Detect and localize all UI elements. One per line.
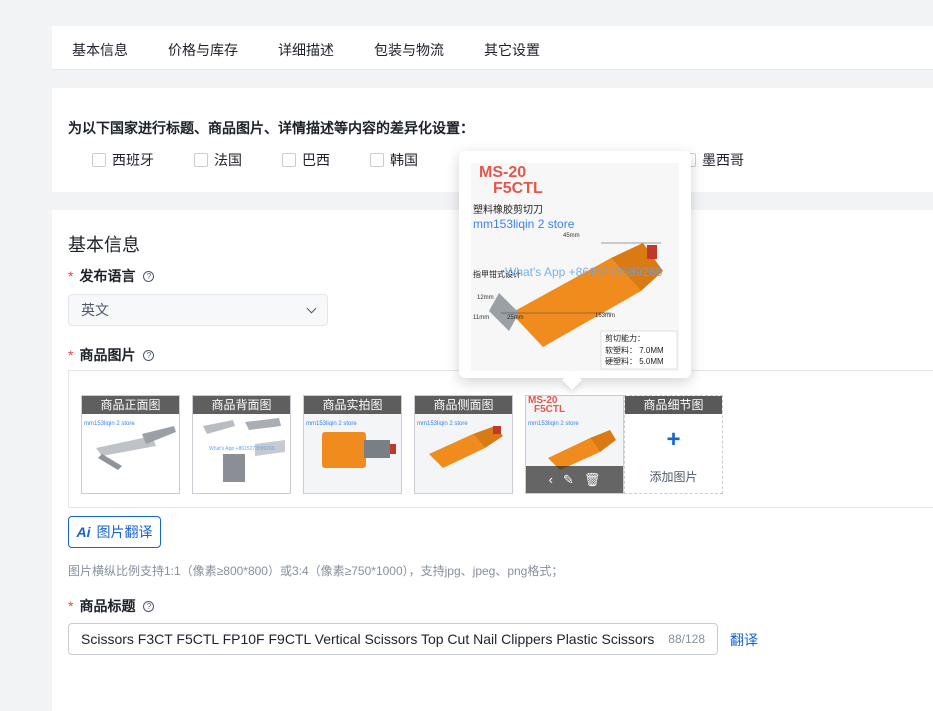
image-slot-front[interactable]: 商品正面图 mm153liqin 2 store xyxy=(81,395,180,494)
plus-icon: + xyxy=(666,426,681,453)
language-value: 英文 xyxy=(81,302,109,318)
language-select[interactable]: 英文 xyxy=(68,294,328,326)
title-translate-link[interactable]: 翻译 xyxy=(730,630,758,650)
country-label: 法国 xyxy=(214,152,242,168)
country-label: 墨西哥 xyxy=(702,152,744,168)
checkbox-box[interactable] xyxy=(92,153,106,167)
tab-bar: 基本信息 价格与库存 详细描述 包装与物流 其它设置 xyxy=(52,26,933,70)
dim-label-11: 11mm xyxy=(473,315,490,321)
image-slot-real[interactable]: 商品实拍图 mm153liqin 2 store xyxy=(303,395,402,494)
country-label: 韩国 xyxy=(390,152,418,168)
preview-title-line1: MS-20 xyxy=(479,164,527,181)
help-icon[interactable]: ? xyxy=(143,270,155,282)
country-settings-title: 为以下国家进行标题、商品图片、详情描述等内容的差异化设置： xyxy=(68,120,474,136)
image-hint-text: 图片横纵比例支持1:1（像素≥800*800）或3:4（像素≥750*1000）… xyxy=(68,564,564,578)
capacity-hard: 硬塑料： 5.0MM xyxy=(605,357,664,366)
watermark-text: mm153liqin 2 store xyxy=(306,421,357,427)
delete-icon[interactable]: 🗑 xyxy=(584,472,601,488)
slot-caption: 商品侧面图 xyxy=(415,396,512,414)
dim-label-12: 12mm xyxy=(477,295,494,301)
slot-caption: 商品背面图 xyxy=(193,396,290,414)
image-slot-side[interactable]: 商品侧面图 mm153liqin 2 store xyxy=(414,395,513,494)
preview-image: MS-20 F5CTL 塑料橡胶剪切刀 mm153liqin 2 store 4… xyxy=(471,163,679,371)
tab-description[interactable]: 详细描述 xyxy=(278,40,334,60)
help-icon[interactable]: ? xyxy=(143,600,155,612)
checkbox-box[interactable] xyxy=(194,153,208,167)
country-checkbox-spain[interactable]: 西班牙 xyxy=(92,150,154,170)
image-preview-popover: MS-20 F5CTL 塑料橡胶剪切刀 mm153liqin 2 store 4… xyxy=(459,151,691,390)
image-upload-area: 商品正面图 mm153liqin 2 store 商品背面图 What's Ap… xyxy=(68,370,933,508)
preview-watermark-whatsapp: What's App +8615273589266 xyxy=(505,265,663,279)
watermark-text: What's App +8615273589266 xyxy=(209,446,275,452)
chevron-left-icon[interactable]: ‹ xyxy=(549,472,553,487)
edit-icon[interactable]: ✎ xyxy=(563,472,574,488)
images-label: * 商品图片 ? xyxy=(68,345,155,365)
required-mark: * xyxy=(68,347,74,363)
country-checkbox-mexico[interactable]: 墨西哥 xyxy=(682,150,744,170)
watermark-text: mm153liqin 2 store xyxy=(417,421,468,427)
country-checkbox-korea[interactable]: 韩国 xyxy=(370,150,418,170)
add-image-label: 添加图片 xyxy=(649,470,698,484)
dim-label-163: 163mm xyxy=(595,313,616,319)
language-label: * 发布语言 ? xyxy=(68,266,155,286)
slot-caption: 商品细节图 xyxy=(625,396,722,414)
image-action-bar: ‹ ✎ 🗑 xyxy=(526,466,623,493)
country-label: 西班牙 xyxy=(112,152,154,168)
tab-basic-info[interactable]: 基本信息 xyxy=(72,40,128,60)
dim-label-45: 45mm xyxy=(563,233,580,239)
tab-other-settings[interactable]: 其它设置 xyxy=(484,40,540,60)
country-checkbox-brazil[interactable]: 巴西 xyxy=(282,150,330,170)
slot-caption: 商品实拍图 xyxy=(304,396,401,414)
image-translate-label: 图片翻译 xyxy=(96,524,153,540)
ai-icon: Ai xyxy=(76,524,91,540)
tab-price-stock[interactable]: 价格与库存 xyxy=(168,40,238,60)
slot-caption: 商品正面图 xyxy=(82,396,179,414)
images-label-text: 商品图片 xyxy=(79,347,136,363)
title-label: * 商品标题 ? xyxy=(68,596,155,616)
language-label-text: 发布语言 xyxy=(79,268,136,284)
capacity-title: 剪切能力： xyxy=(605,334,645,343)
tab-packaging-logistics[interactable]: 包装与物流 xyxy=(374,40,444,60)
chevron-down-icon xyxy=(306,303,317,313)
checkbox-box[interactable] xyxy=(370,153,384,167)
section-title: 基本信息 xyxy=(68,235,140,255)
required-mark: * xyxy=(68,268,74,284)
watermark-text: mm153liqin 2 store xyxy=(84,421,135,427)
title-label-text: 商品标题 xyxy=(79,598,136,614)
product-title-input[interactable]: Scissors F3CT F5CTL FP10F F9CTL Vertical… xyxy=(68,623,718,655)
image-slot-hovered[interactable]: MS-20 F5CTL mm153liqin 2 store ‹ ✎ 🗑 xyxy=(525,395,624,494)
add-image-button[interactable]: 商品细节图 + 添加图片 xyxy=(624,395,723,494)
preview-watermark-store: mm153liqin 2 store xyxy=(473,217,575,231)
preview-title-line2: F5CTL xyxy=(493,180,543,197)
watermark-text: mm153liqin 2 store xyxy=(528,421,579,427)
country-label: 巴西 xyxy=(302,152,330,168)
country-checkbox-france[interactable]: 法国 xyxy=(194,150,242,170)
checkbox-box[interactable] xyxy=(282,153,296,167)
product-title-value[interactable]: Scissors F3CT F5CTL FP10F F9CTL Vertical… xyxy=(81,631,660,647)
slot-title-line2: F5CTL xyxy=(534,404,566,415)
help-icon[interactable]: ? xyxy=(143,349,155,361)
image-slot-back[interactable]: 商品背面图 What's App +8615273589266 xyxy=(192,395,291,494)
dim-label-25: 25mm xyxy=(507,315,524,321)
required-mark: * xyxy=(68,598,74,614)
char-count: 88/128 xyxy=(668,632,705,646)
preview-subtitle: 塑料橡胶剪切刀 xyxy=(473,205,543,216)
capacity-soft: 软塑料： 7.0MM xyxy=(605,346,664,355)
image-translate-button[interactable]: Ai 图片翻译 xyxy=(68,516,161,548)
